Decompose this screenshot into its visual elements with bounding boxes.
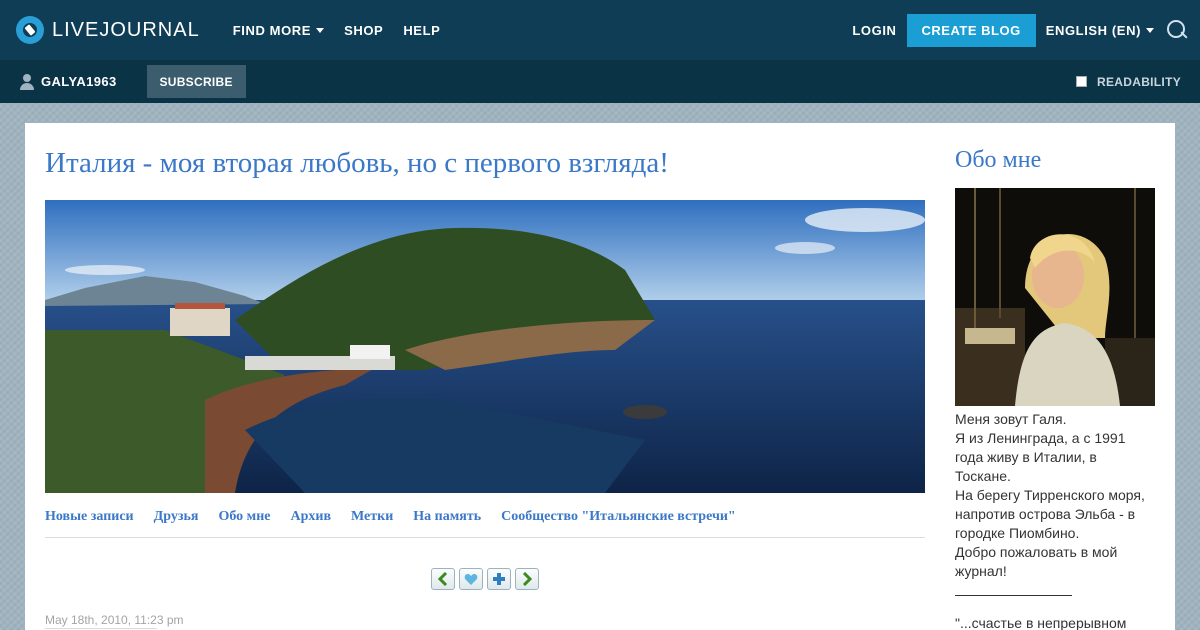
profile-photo [955,188,1155,406]
nav-find-more[interactable]: FIND MORE [232,22,325,38]
nav-shop[interactable]: SHOP [344,23,383,38]
nav-help-label: HELP [403,22,441,38]
next-arrow-icon [522,572,533,586]
search-icon[interactable] [1166,19,1188,41]
journal-navigation: Новые записи Друзья Обо мне Архив Метки … [45,509,925,538]
nav-about[interactable]: Обо мне [218,509,270,537]
user-icon [20,73,34,90]
livejournal-logo-icon [16,16,44,44]
prev-entry-button[interactable] [431,568,455,590]
livejournal-logo[interactable]: LIVEJOURNAL [16,0,200,60]
about-quote: "...счастье в непрерывном [955,615,1127,630]
date-divider [45,628,157,629]
entry-date[interactable]: May 18th, 2010, 11:23 pm [45,613,184,627]
heart-icon [464,573,478,585]
about-text: Меня зовут Галя. Я из Ленинграда, а с 19… [955,410,1155,630]
journal-header-image [45,200,925,493]
subscribe-button[interactable]: SUBSCRIBE [146,65,246,98]
journal-owner[interactable]: GALYA1963 [20,73,117,90]
about-line: Меня зовут Галя. [955,411,1067,427]
prev-arrow-icon [437,572,448,586]
journal-content: Италия - моя вторая любовь, но с первого… [25,123,1175,630]
language-selector[interactable]: ENGLISH (EN) [1046,23,1154,38]
nav-shop-label: SHOP [344,22,384,38]
top-navigation-bar: LIVEJOURNAL FIND MORE SHOP HELP LOGIN CR… [0,0,1200,60]
create-blog-button[interactable]: CREATE BLOG [906,13,1036,47]
about-divider [955,595,1072,596]
journal-bar: GALYA1963 SUBSCRIBE READABILITY [0,60,1200,103]
chevron-down-icon [1146,27,1154,33]
language-label: ENGLISH (EN) [1045,22,1141,38]
add-button[interactable] [487,568,511,590]
nav-friends[interactable]: Друзья [154,509,199,537]
about-line: Добро пожаловать в мой журнал! [955,544,1118,579]
nav-community[interactable]: Сообщество "Итальянские встречи" [501,509,736,537]
logo-text: LIVEJOURNAL [52,18,200,41]
entry-toolbar [431,568,543,590]
header-actions: LOGIN CREATE BLOG ENGLISH (EN) [852,0,1200,60]
nav-tags[interactable]: Метки [351,509,393,537]
readability-toggle[interactable]: READABILITY [1076,60,1181,103]
nav-help[interactable]: HELP [403,23,440,38]
add-icon [493,573,505,585]
nav-memories[interactable]: На память [413,509,481,537]
readability-label: READABILITY [1097,74,1181,89]
about-line: Я из Ленинграда, а с 1991 года живу в Ит… [955,430,1126,484]
chevron-down-icon [316,27,325,33]
add-to-memories-button[interactable] [459,568,483,590]
readability-checkbox[interactable] [1076,76,1088,87]
username: GALYA1963 [41,74,117,89]
nav-new-entries[interactable]: Новые записи [45,509,134,537]
nav-find-more-label: FIND MORE [232,22,312,38]
next-entry-button[interactable] [515,568,539,590]
about-line: На берегу Тирренского моря, напротив ост… [955,487,1145,541]
login-link[interactable]: LOGIN [852,23,896,38]
journal-title[interactable]: Италия - моя вторая любовь, но с первого… [45,147,669,180]
nav-archive[interactable]: Архив [290,509,331,537]
sidebar-title: Обо мне [955,147,1042,173]
